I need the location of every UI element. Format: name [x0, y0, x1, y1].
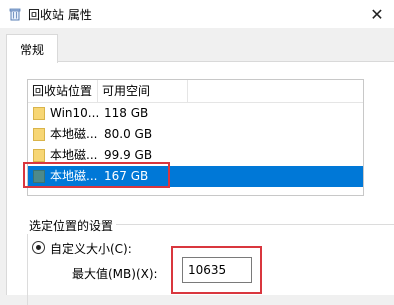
- location-name: 本地磁...: [50, 127, 98, 141]
- column-header-location[interactable]: 回收站位置: [28, 80, 98, 102]
- max-size-input[interactable]: 10635: [182, 257, 252, 283]
- tab-general-label: 常规: [19, 42, 44, 57]
- list-item[interactable]: 本地磁... 80.0 GB: [28, 124, 363, 145]
- window-title: 回收站 属性: [28, 8, 92, 22]
- list-item[interactable]: 本地磁... 99.9 GB: [28, 145, 363, 166]
- list-item[interactable]: Win10... 118 GB: [28, 103, 363, 124]
- location-name: 本地磁...: [50, 169, 98, 183]
- title-bar: 回收站 属性 ✕: [0, 0, 394, 29]
- location-name: 本地磁...: [50, 148, 98, 162]
- folder-icon: [33, 107, 45, 120]
- group-title: 选定位置的设置: [26, 217, 117, 234]
- list-item-selected[interactable]: 本地磁... 167 GB: [28, 166, 363, 187]
- location-name: Win10...: [50, 106, 100, 120]
- folder-icon: [33, 170, 45, 183]
- custom-size-label[interactable]: 自定义大小(C):: [50, 240, 132, 257]
- free-space: 99.9 GB: [104, 148, 153, 162]
- tab-general[interactable]: 常规: [6, 34, 58, 63]
- max-size-label: 最大值(MB)(X):: [72, 267, 158, 281]
- column-header-free-space[interactable]: 可用空间: [98, 80, 188, 102]
- free-space: 118 GB: [104, 106, 149, 120]
- folder-icon: [33, 128, 45, 141]
- free-space: 167 GB: [104, 169, 149, 183]
- tab-strip: 常规: [0, 28, 394, 63]
- free-space: 80.0 GB: [104, 127, 153, 141]
- close-button[interactable]: ✕: [360, 0, 394, 28]
- recycle-bin-icon: [9, 8, 21, 21]
- folder-icon: [33, 149, 45, 162]
- list-header: 回收站位置 可用空间: [28, 80, 363, 103]
- close-icon: ✕: [370, 4, 384, 24]
- custom-size-radio[interactable]: [32, 241, 45, 254]
- recycle-bin-location-list[interactable]: 回收站位置 可用空间 Win10... 118 GB 本地磁... 80.0 G…: [27, 79, 364, 196]
